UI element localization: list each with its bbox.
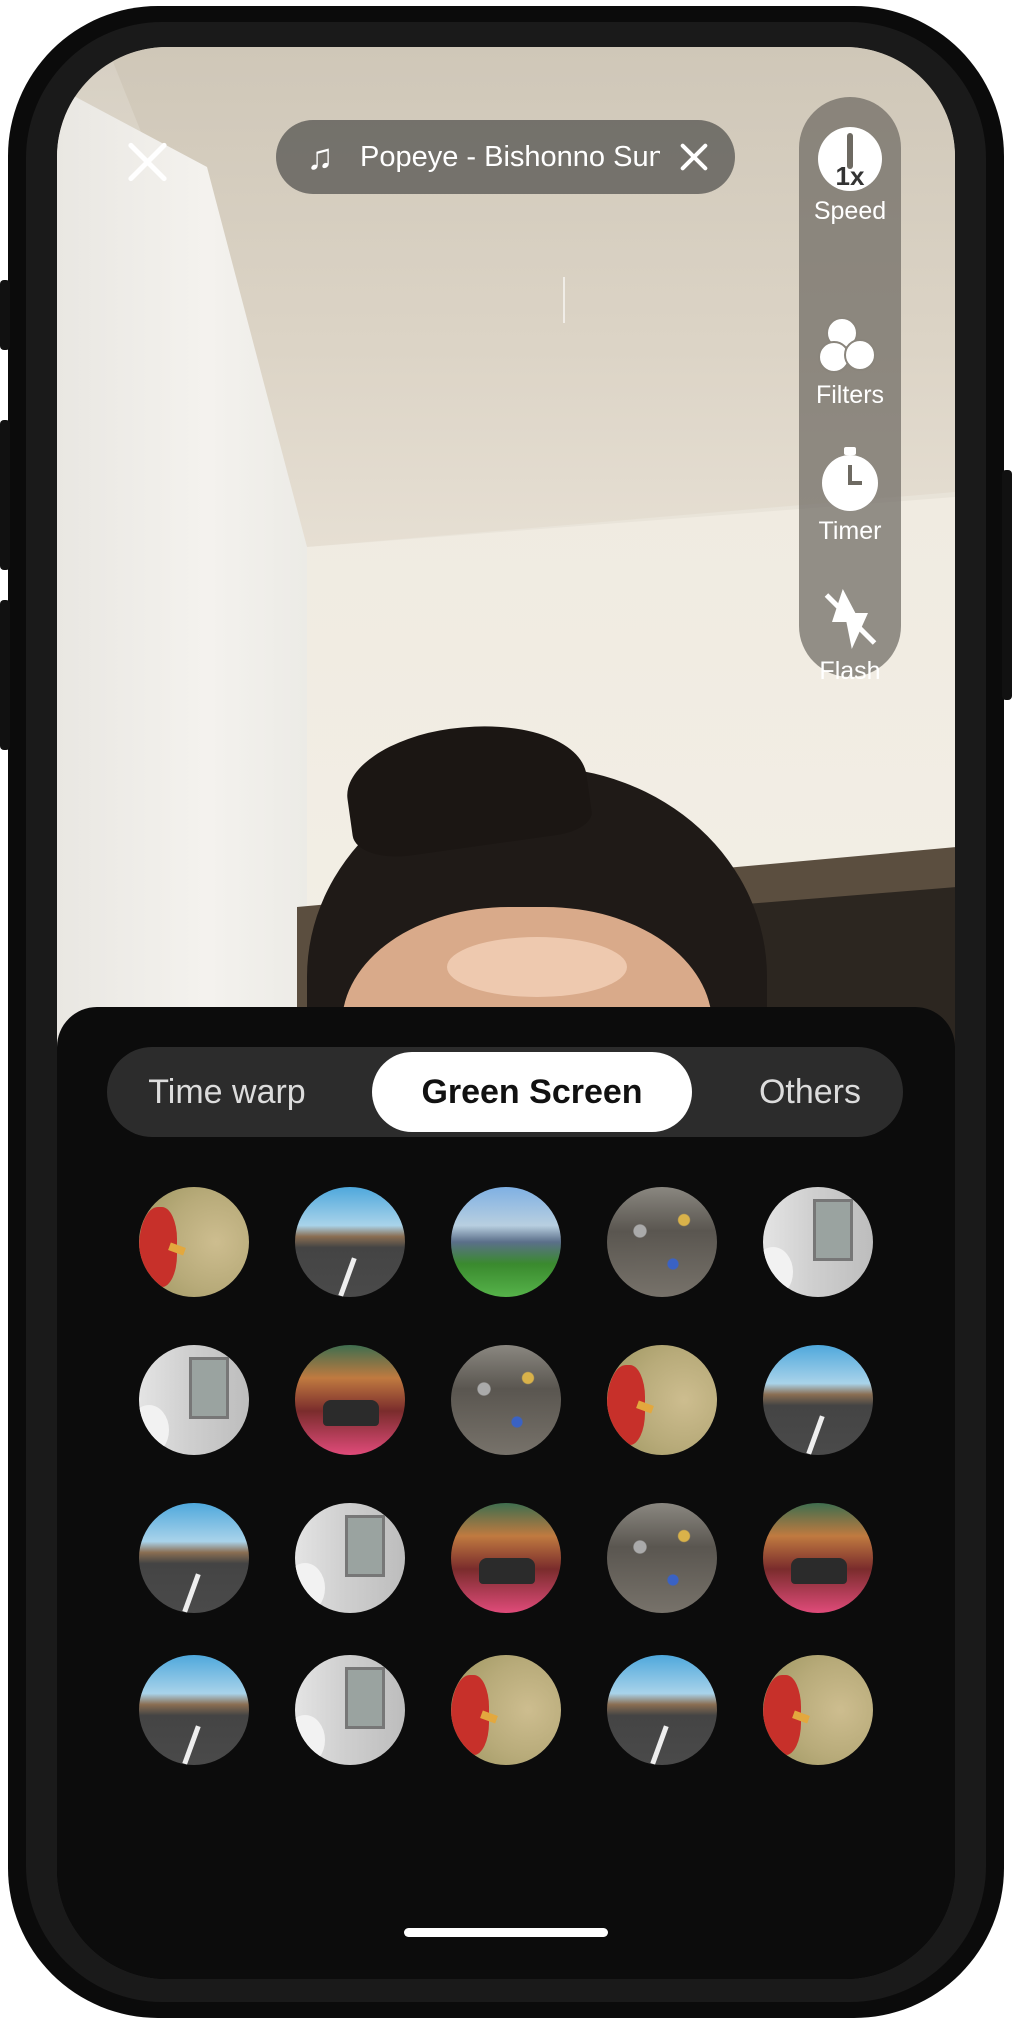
background-thumbnail-road[interactable] (139, 1655, 249, 1765)
tab-green-screen[interactable]: Green Screen (372, 1052, 692, 1132)
flash-off-icon (818, 587, 882, 651)
filters-icon (818, 317, 882, 375)
flash-button[interactable]: Flash (799, 587, 901, 686)
speed-label: Speed (813, 197, 887, 225)
background-thumbnail-rooster[interactable] (451, 1655, 561, 1765)
background-thumbnail-street[interactable] (295, 1345, 405, 1455)
effects-sheet: Time warp Green Screen Others (57, 1007, 955, 1979)
background-thumbnail-garbage[interactable] (607, 1187, 717, 1297)
side-button-left (0, 420, 10, 570)
background-thumbnail-street[interactable] (451, 1503, 561, 1613)
speed-button[interactable]: 1x Speed (799, 127, 901, 226)
side-button-left (0, 600, 10, 750)
tab-time-warp[interactable]: Time warp (107, 1047, 347, 1137)
background-thumbnail-road[interactable] (295, 1187, 405, 1297)
timer-button[interactable]: Timer (799, 447, 901, 546)
timer-icon (818, 447, 882, 511)
background-thumbnail-stadium[interactable] (451, 1187, 561, 1297)
forehead-highlight (447, 937, 627, 997)
background-thumbnail-garbage[interactable] (451, 1345, 561, 1455)
background-thumbnail-road[interactable] (139, 1503, 249, 1613)
music-title: Popeye - Bishonno Sun... (360, 140, 660, 173)
background-thumbnail-garbage[interactable] (607, 1503, 717, 1613)
tab-others[interactable]: Others (717, 1047, 903, 1137)
background-thumbnail-rooster[interactable] (139, 1187, 249, 1297)
side-button-left (0, 280, 10, 350)
flash-label: Flash (819, 657, 881, 685)
background-thumbnail-bathroom[interactable] (295, 1655, 405, 1765)
remove-music-icon[interactable] (674, 137, 714, 177)
background-thumbnail-rooster[interactable] (763, 1655, 873, 1765)
filters-button[interactable]: Filters (799, 317, 901, 410)
screen: ♫ Popeye - Bishonno Sun... 1x Speed Filt… (57, 47, 955, 1979)
home-indicator[interactable] (404, 1928, 608, 1937)
background-thumbnail-road[interactable] (607, 1655, 717, 1765)
background-thumbnail-street[interactable] (763, 1503, 873, 1613)
background-thumbnail-road[interactable] (763, 1345, 873, 1455)
side-button-right (1002, 470, 1012, 700)
background-thumbnail-bathroom[interactable] (763, 1187, 873, 1297)
speed-icon: 1x (818, 127, 882, 191)
music-note-icon: ♫ (306, 136, 334, 177)
filters-label: Filters (815, 381, 885, 409)
speed-value: 1x (835, 161, 865, 191)
music-selector[interactable]: ♫ Popeye - Bishonno Sun... (276, 120, 735, 194)
timer-label: Timer (818, 517, 882, 545)
focus-indicator (563, 277, 565, 323)
camera-tools-panel: 1x Speed Filters Timer Flash (799, 97, 901, 685)
background-thumbnail-rooster[interactable] (607, 1345, 717, 1455)
background-thumbnail-bathroom[interactable] (295, 1503, 405, 1613)
close-icon[interactable] (117, 132, 177, 192)
background-thumbnail-bathroom[interactable] (139, 1345, 249, 1455)
effect-tabs: Time warp Green Screen Others (107, 1047, 903, 1137)
